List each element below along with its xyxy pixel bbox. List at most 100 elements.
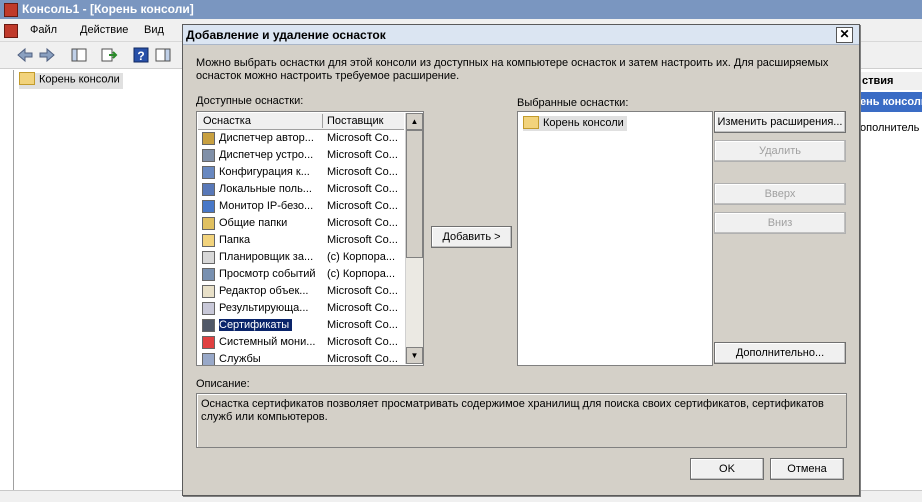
snapin-name: Системный мони... xyxy=(219,336,316,348)
menu-view[interactable]: Вид xyxy=(144,24,164,36)
selected-snapins-list[interactable]: Корень консоли xyxy=(517,111,713,366)
folder-icon xyxy=(202,234,215,247)
snapin-row[interactable]: Сертификаты Microsoft Co... xyxy=(198,317,404,334)
snapin-row[interactable]: Диспетчер автор... Microsoft Co... xyxy=(198,130,404,147)
actions-pane-selected[interactable]: ень консоли xyxy=(860,92,922,112)
snapin-row[interactable]: Папка Microsoft Co... xyxy=(198,232,404,249)
scroll-thumb[interactable] xyxy=(406,130,423,258)
ok-button[interactable]: OK xyxy=(690,458,764,480)
snapin-vendor: Microsoft Co... xyxy=(327,149,398,161)
column-header-snapin[interactable]: Оснастка xyxy=(203,115,251,127)
snapin-row[interactable]: Планировщик за... (c) Корпора... xyxy=(198,249,404,266)
dialog-intro-text: Можно выбрать оснастки для этой консоли … xyxy=(196,57,829,82)
snapin-name: Локальные поль... xyxy=(219,183,312,195)
selected-item-label: Корень консоли xyxy=(543,117,624,129)
ipsec-monitor-icon xyxy=(202,200,215,213)
help-icon[interactable]: ? xyxy=(132,46,150,64)
snapin-rows: Диспетчер автор... Microsoft Co... Диспетч… xyxy=(198,130,404,365)
scroll-down-icon[interactable]: ▼ xyxy=(406,347,423,364)
snapin-name: Конфигурация к... xyxy=(219,166,310,178)
show-hide-tree-icon[interactable] xyxy=(70,46,88,64)
snapin-vendor: Microsoft Co... xyxy=(327,132,398,144)
dialog-title-bar: Добавление и удаление оснасток ✕ xyxy=(183,25,859,45)
snapin-row[interactable]: Диспетчер устро... Microsoft Co... xyxy=(198,147,404,164)
object-editor-icon xyxy=(202,285,215,298)
list-header: Оснастка Поставщик xyxy=(198,113,404,130)
selected-item-console-root[interactable]: Корень консоли xyxy=(523,115,627,131)
snapin-row[interactable]: Локальные поль... Microsoft Co... xyxy=(198,181,404,198)
snapin-name: Результирующа... xyxy=(219,302,309,314)
column-separator[interactable] xyxy=(322,114,323,128)
services-icon xyxy=(202,353,215,365)
back-arrow-icon[interactable] xyxy=(16,46,34,64)
dialog-title: Добавление и удаление оснасток xyxy=(186,28,386,42)
snapin-vendor: Microsoft Co... xyxy=(327,183,398,195)
scroll-up-icon[interactable]: ▲ xyxy=(406,113,423,130)
snapin-row[interactable]: Редактор объек... Microsoft Co... xyxy=(198,283,404,300)
snapin-name: Папка xyxy=(219,234,251,246)
forward-arrow-icon[interactable] xyxy=(38,46,56,64)
computer-config-icon xyxy=(202,166,215,179)
available-snapins-list[interactable]: Оснастка Поставщик Диспетчер автор... Mic… xyxy=(196,111,424,366)
shared-folders-icon xyxy=(202,217,215,230)
available-snapins-label: Доступные оснастки: xyxy=(196,95,304,107)
column-header-vendor[interactable]: Поставщик xyxy=(327,115,383,127)
snapin-name: Диспетчер устро... xyxy=(219,149,314,161)
snapin-row[interactable]: Монитор IP-безо... Microsoft Co... xyxy=(198,198,404,215)
event-viewer-icon xyxy=(202,268,215,281)
snapin-vendor: (c) Корпора... xyxy=(327,251,396,263)
tree-node-label: Корень консоли xyxy=(39,73,120,86)
folder-icon xyxy=(19,72,35,85)
advanced-button[interactable]: Дополнительно... xyxy=(714,342,846,364)
svg-text:?: ? xyxy=(137,49,144,63)
snapin-vendor: Microsoft Co... xyxy=(327,336,398,348)
close-icon[interactable]: ✕ xyxy=(836,27,853,43)
snapin-row[interactable]: Конфигурация к... Microsoft Co... xyxy=(198,164,404,181)
mmc-system-icon[interactable] xyxy=(4,24,18,38)
cancel-button[interactable]: Отмена xyxy=(770,458,844,480)
add-remove-snapins-dialog: Добавление и удаление оснасток ✕ Можно в… xyxy=(182,24,860,496)
snapin-name: Планировщик за... xyxy=(219,251,314,263)
device-manager-icon xyxy=(202,149,215,162)
snapin-vendor: Microsoft Co... xyxy=(327,319,398,331)
folder-icon xyxy=(523,115,539,129)
certificates-icon xyxy=(202,319,215,332)
snapin-vendor: Microsoft Co... xyxy=(327,234,398,246)
description-box: Оснастка сертификатов позволяет просматр… xyxy=(196,393,847,448)
export-list-icon[interactable] xyxy=(100,46,118,64)
authorization-manager-icon xyxy=(202,132,215,145)
list-scrollbar[interactable]: ▲ ▼ xyxy=(405,113,423,364)
move-down-button[interactable]: Вниз xyxy=(714,212,846,234)
remove-button[interactable]: Удалить xyxy=(714,140,846,162)
snapin-name: Монитор IP-безо... xyxy=(219,200,314,212)
menu-action[interactable]: Действие xyxy=(80,24,128,36)
snapin-row[interactable]: Системный мони... Microsoft Co... xyxy=(198,334,404,351)
snapin-vendor: Microsoft Co... xyxy=(327,166,398,178)
snapin-name: Диспетчер автор... xyxy=(219,132,314,144)
add-button[interactable]: Добавить > xyxy=(431,226,512,248)
snapin-vendor: Microsoft Co... xyxy=(327,217,398,229)
edit-extensions-button[interactable]: Изменить расширения... xyxy=(714,111,846,133)
mmc-window-title: Консоль1 - [Корень консоли] xyxy=(22,2,194,16)
menu-file[interactable]: Файл xyxy=(30,24,57,36)
snapin-row[interactable]: Результирующа... Microsoft Co... xyxy=(198,300,404,317)
actions-pane-more-actions[interactable]: ополнитель xyxy=(860,120,922,136)
console-tree: Корень консоли xyxy=(13,70,184,495)
selected-snapins-label: Выбранные оснастки: xyxy=(517,97,629,109)
tree-node-console-root[interactable]: Корень консоли xyxy=(19,72,123,89)
mmc-app-icon xyxy=(4,3,18,17)
snapin-row[interactable]: Службы Microsoft Co... xyxy=(198,351,404,365)
description-text: Оснастка сертификатов позволяет просматр… xyxy=(201,398,824,423)
snapin-row[interactable]: Просмотр событий (c) Корпора... xyxy=(198,266,404,283)
snapin-name: Общие папки xyxy=(219,217,288,229)
actions-pane: ствия ень консоли ополнитель xyxy=(860,70,922,501)
show-action-pane-icon[interactable] xyxy=(154,46,172,64)
snapin-vendor: Microsoft Co... xyxy=(327,353,398,365)
local-users-icon xyxy=(202,183,215,196)
snapin-name: Службы xyxy=(219,353,261,365)
snapin-row[interactable]: Общие папки Microsoft Co... xyxy=(198,215,404,232)
snapin-name: Просмотр событий xyxy=(219,268,316,280)
snapin-name: Редактор объек... xyxy=(219,285,309,297)
move-up-button[interactable]: Вверх xyxy=(714,183,846,205)
resultant-policy-icon xyxy=(202,302,215,315)
